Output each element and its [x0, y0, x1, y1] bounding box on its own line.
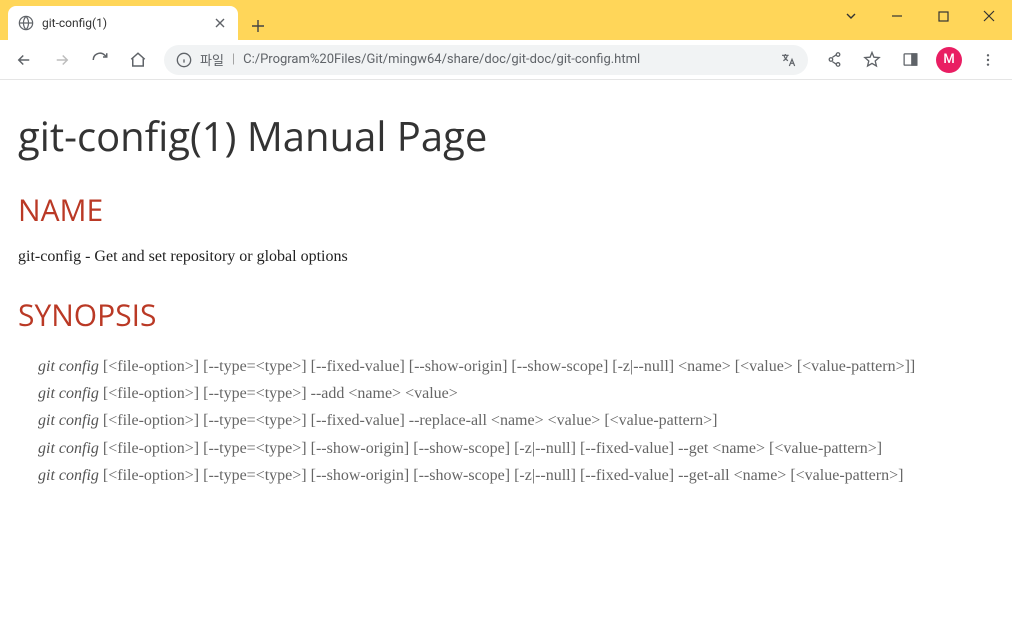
reload-button[interactable]: [84, 44, 116, 76]
avatar-initial: M: [943, 52, 954, 67]
synopsis-args: [<file-option>] [--type=<type>] [--fixed…: [99, 358, 915, 375]
synopsis-args: [<file-option>] [--type=<type>] [--show-…: [99, 440, 882, 457]
synopsis-args: [<file-option>] [--type=<type>] [--show-…: [99, 467, 904, 484]
close-window-button[interactable]: [966, 0, 1012, 32]
close-icon[interactable]: [212, 15, 228, 31]
translate-icon[interactable]: [780, 52, 796, 68]
synopsis-line: git config [<file-option>] [--type=<type…: [38, 353, 994, 380]
section-heading-name: NAME: [18, 189, 994, 230]
synopsis-cmd: git config: [38, 467, 99, 484]
file-protocol-label: 파일: [200, 50, 224, 69]
menu-icon[interactable]: [972, 44, 1004, 76]
title-bar: git-config(1): [0, 0, 1012, 40]
profile-avatar[interactable]: M: [936, 47, 962, 73]
synopsis-line: git config [<file-option>] [--type=<type…: [38, 407, 994, 434]
synopsis-line: git config [<file-option>] [--type=<type…: [38, 462, 994, 489]
synopsis-line: git config [<file-option>] [--type=<type…: [38, 435, 994, 462]
chevron-down-icon[interactable]: [828, 0, 874, 32]
section-heading-synopsis: SYNOPSIS: [18, 294, 994, 335]
tab-title: git-config(1): [42, 16, 204, 30]
tab-strip: git-config(1): [0, 0, 272, 40]
share-icon[interactable]: [818, 44, 850, 76]
address-bar[interactable]: 파일 | C:/Program%20Files/Git/mingw64/shar…: [164, 45, 808, 75]
maximize-button[interactable]: [920, 0, 966, 32]
synopsis-args: [<file-option>] [--type=<type>] --add <n…: [99, 385, 458, 402]
bookmark-icon[interactable]: [856, 44, 888, 76]
url-text: C:/Program%20Files/Git/mingw64/share/doc…: [243, 52, 772, 67]
info-icon[interactable]: [176, 52, 192, 68]
synopsis-cmd: git config: [38, 412, 99, 429]
new-tab-button[interactable]: [244, 12, 272, 40]
forward-button[interactable]: [46, 44, 78, 76]
page-content: git-config(1) Manual Page NAME git-confi…: [0, 80, 1012, 507]
synopsis-block: git config [<file-option>] [--type=<type…: [18, 353, 994, 489]
globe-icon: [18, 15, 34, 31]
synopsis-cmd: git config: [38, 440, 99, 457]
side-panel-icon[interactable]: [894, 44, 926, 76]
synopsis-line: git config [<file-option>] [--type=<type…: [38, 380, 994, 407]
page-title: git-config(1) Manual Page: [18, 108, 994, 163]
synopsis-cmd: git config: [38, 358, 99, 375]
name-description: git-config - Get and set repository or g…: [18, 248, 994, 266]
minimize-button[interactable]: [874, 0, 920, 32]
back-button[interactable]: [8, 44, 40, 76]
separator: |: [232, 52, 235, 67]
home-button[interactable]: [122, 44, 154, 76]
window-controls: [828, 0, 1012, 32]
browser-toolbar: 파일 | C:/Program%20Files/Git/mingw64/shar…: [0, 40, 1012, 80]
synopsis-cmd: git config: [38, 385, 99, 402]
browser-tab[interactable]: git-config(1): [8, 6, 238, 40]
synopsis-args: [<file-option>] [--type=<type>] [--fixed…: [99, 412, 718, 429]
page-viewport[interactable]: git-config(1) Manual Page NAME git-confi…: [0, 80, 1012, 629]
